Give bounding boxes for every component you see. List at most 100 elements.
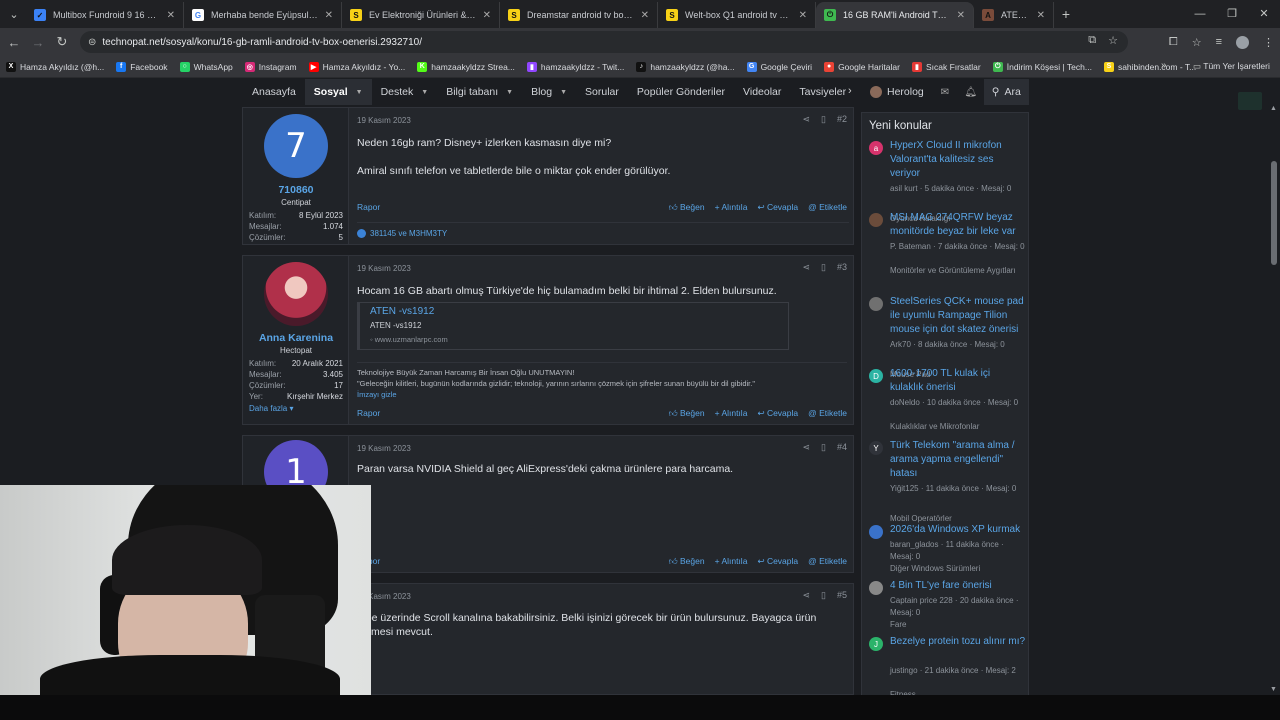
tab-close-icon[interactable]: ✕ <box>799 10 807 21</box>
bookmark-item[interactable]: ● Google Haritalar <box>824 61 900 72</box>
more-bookmarks-icon[interactable]: » <box>1161 60 1167 71</box>
bookmark-item[interactable]: G Google Çeviri <box>746 61 812 72</box>
dropdown-caret-icon[interactable]: ▼ <box>356 89 363 96</box>
minimize-icon[interactable]: — <box>1184 0 1216 28</box>
post-number[interactable]: #5 <box>837 590 847 601</box>
tag-button[interactable]: @ Etiketle <box>808 408 847 419</box>
nav-item-sorular[interactable]: Sorular <box>576 79 628 105</box>
quote-button[interactable]: + Alıntıla <box>715 202 748 213</box>
dropdown-caret-icon[interactable]: ▼ <box>506 89 513 96</box>
thread-title-link[interactable]: Türk Telekom "arama alma / arama yapma e… <box>890 439 1026 481</box>
browser-tab[interactable]: ⏻ 16 GB RAM'li Android TV box önerisi ✕ <box>816 2 974 28</box>
bookmarks-icon[interactable]: ☆ <box>1192 36 1202 49</box>
post-date[interactable]: 19 Kasım 2023 <box>357 444 411 453</box>
bookmark-icon[interactable]: ▯ <box>821 442 826 453</box>
thread-avatar[interactable]: a <box>869 141 883 155</box>
post-date[interactable]: 19 Kasım 2023 <box>357 264 411 273</box>
post-date[interactable]: 19 Kasım 2023 <box>357 116 411 125</box>
link-embed[interactable]: ATEN -vs1912 ATEN -vs1912 ◦ www.uzmanlar… <box>357 302 789 350</box>
nav-scroll-right-icon[interactable]: › <box>848 85 852 97</box>
nav-item-tavsiyeler[interactable]: Tavsiyeler <box>790 79 855 105</box>
forward-icon[interactable]: → <box>26 35 50 50</box>
username[interactable]: 710860 <box>243 184 349 196</box>
tag-button[interactable]: @ Etiketle <box>808 556 847 567</box>
avatar[interactable]: 7 <box>264 114 328 178</box>
dropdown-caret-icon[interactable]: ▼ <box>560 89 567 96</box>
thread-category[interactable]: Monitörler ve Görüntüleme Aygıtları <box>890 265 1026 277</box>
media-icon[interactable]: ≡ <box>1216 36 1222 48</box>
browser-menu-icon[interactable]: ⋮ <box>1263 36 1274 49</box>
nav-item-anasayfa[interactable]: Anasayfa <box>243 79 305 105</box>
thread-title-link[interactable]: Bezelye protein tozu alınır mı? <box>890 635 1026 649</box>
thread-category[interactable]: Fare <box>890 619 1026 631</box>
maximize-icon[interactable]: ❐ <box>1216 0 1248 28</box>
post-number[interactable]: #3 <box>837 262 847 273</box>
tag-button[interactable]: @ Etiketle <box>808 202 847 213</box>
thread-title-link[interactable]: 1600-1700 TL kulak içi kulaklık önerisi <box>890 367 1026 395</box>
hide-signature-link[interactable]: İmzayı gizle <box>357 389 847 400</box>
thread-avatar[interactable]: Y <box>869 441 883 455</box>
bookmark-item[interactable]: ▮ Sıcak Fırsatlar <box>911 61 981 72</box>
back-icon[interactable]: ← <box>2 35 26 50</box>
thread-avatar[interactable] <box>869 297 883 311</box>
nav-item-pop-ler-g-nderiler[interactable]: Popüler Gönderiler <box>628 79 734 105</box>
thread-avatar[interactable]: D <box>869 369 883 383</box>
nav-item-destek[interactable]: Destek ▼ <box>372 79 438 105</box>
dropdown-caret-icon[interactable]: ▼ <box>421 89 428 96</box>
report-link[interactable]: Rapor <box>357 408 380 418</box>
scroll-thumb[interactable] <box>1271 161 1277 265</box>
share-icon[interactable]: ⋖ <box>802 590 810 601</box>
bookmark-item[interactable]: f Facebook <box>116 61 168 72</box>
bookmark-item[interactable]: X Hamza Akyıldız (@h... <box>6 61 104 72</box>
reload-icon[interactable]: ↻ <box>50 34 74 50</box>
embed-title[interactable]: ATEN -vs1912 <box>370 306 778 317</box>
tab-close-icon[interactable]: ✕ <box>483 10 491 21</box>
bookmark-icon[interactable]: ▯ <box>821 590 826 601</box>
browser-tab[interactable]: G Merhaba bende Eyüpsultan'da ✕ <box>184 2 342 28</box>
new-tab-button[interactable]: + <box>1054 6 1078 22</box>
bookmark-item[interactable]: ▶ Hamza Akyıldız - Yo... <box>308 61 405 72</box>
browser-tab[interactable]: S Welt-box Q1 android tv box sahibinden ✕ <box>658 2 816 28</box>
bookmark-item[interactable]: ▮ hamzaakyldzz - Twit... <box>526 61 624 72</box>
bookmark-item[interactable]: ♪ hamzaakyldzz (@ha... <box>636 61 735 72</box>
nav-item-blog[interactable]: Blog ▼ <box>522 79 576 105</box>
post-number[interactable]: #2 <box>837 114 847 125</box>
quote-button[interactable]: + Alıntıla <box>715 408 748 419</box>
thread-title-link[interactable]: 2026'da Windows XP kurmak <box>890 523 1026 537</box>
thread-avatar[interactable] <box>869 581 883 595</box>
browser-tab[interactable]: ✓ Multibox Fundroid 9 16 GB 4K Android ✕ <box>26 2 184 28</box>
like-button[interactable]: 👍︎ Beğen <box>669 556 705 567</box>
page-scrollbar[interactable]: ▲ ▼ <box>1268 105 1280 695</box>
thread-title-link[interactable]: MSI MAG 274QRFW beyaz monitörde beyaz bi… <box>890 211 1026 239</box>
alerts-bell-icon[interactable]: 🔔︎ <box>958 87 984 98</box>
bookmark-icon[interactable]: ▯ <box>821 114 826 125</box>
thread-title-link[interactable]: SteelSeries QCK+ mouse pad ile uyumlu Ra… <box>890 295 1026 337</box>
tab-search-button[interactable]: ⌄ <box>2 2 26 26</box>
thread-category[interactable]: Diğer Windows Sürümleri <box>890 563 1026 575</box>
browser-tab[interactable]: A ATEN ATEN ✕ <box>974 2 1054 28</box>
tab-close-icon[interactable]: ✕ <box>1037 10 1045 21</box>
username[interactable]: Anna Karenina <box>243 332 349 344</box>
thread-avatar[interactable] <box>869 213 883 227</box>
report-link[interactable]: Rapor <box>357 202 380 212</box>
like-button[interactable]: 👍︎ Beğen <box>669 202 705 213</box>
site-info-icon[interactable]: ⊜ <box>88 37 96 48</box>
bookmark-item[interactable]: Ssahibinden.com - T... <box>1103 61 1196 72</box>
reply-button[interactable]: ↩ Cevapla <box>757 556 798 567</box>
address-bar[interactable]: ⊜ technopat.net/sosyal/konu/16-gb-ramli-… <box>80 31 1128 53</box>
avatar[interactable] <box>264 262 328 326</box>
user-menu[interactable]: Herolog <box>862 86 932 98</box>
nav-item-videolar[interactable]: Videolar <box>734 79 790 105</box>
all-bookmarks-button[interactable]: ▭ Tüm Yer İşaretleri <box>1193 61 1270 72</box>
tab-close-icon[interactable]: ✕ <box>641 10 649 21</box>
scroll-up-icon[interactable]: ▲ <box>1270 105 1277 112</box>
thread-avatar[interactable] <box>869 525 883 539</box>
nav-item-bilgi-taban-[interactable]: Bilgi tabanı ▼ <box>437 79 522 105</box>
browser-tab[interactable]: S Ev Elektroniği Ürünleri & Fiyatları ✕ <box>342 2 500 28</box>
like-button[interactable]: 👍︎ Beğen <box>669 408 705 419</box>
reply-button[interactable]: ↩ Cevapla <box>757 408 798 419</box>
nav-item-sosyal[interactable]: Sosyal ▼ <box>304 79 372 105</box>
browser-tab[interactable]: S Dreamstar android tv box sahibinden ✕ <box>500 2 658 28</box>
share-icon[interactable]: ⋖ <box>802 442 810 453</box>
bookmark-item[interactable]: ⏻ İndirim Köşesi | Tech... <box>992 61 1092 72</box>
